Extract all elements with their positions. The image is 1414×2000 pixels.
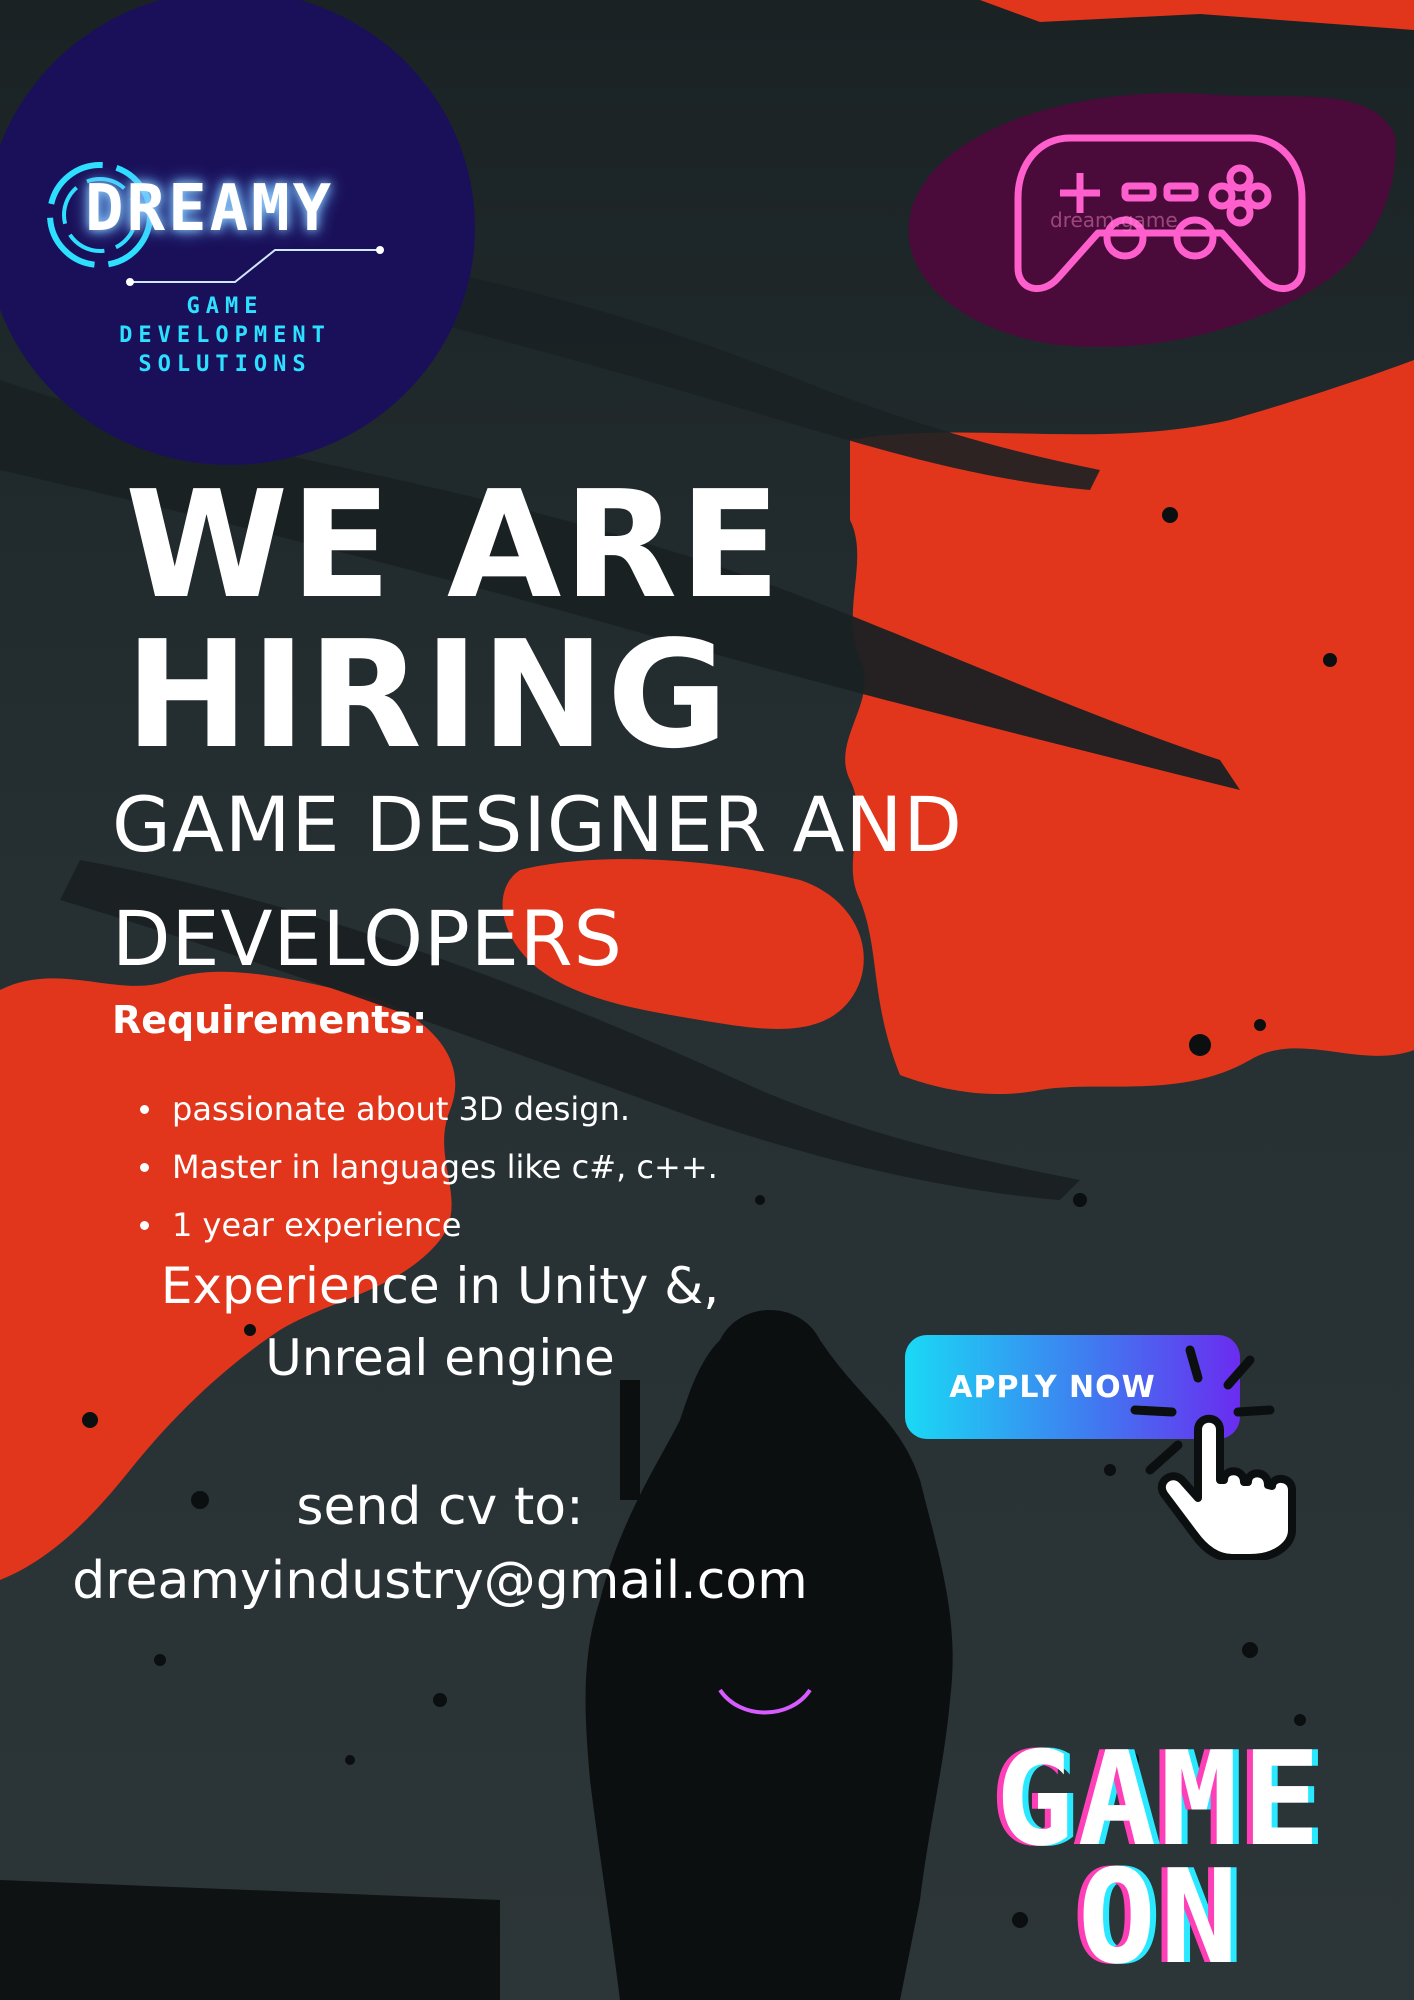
game-on-line-2: ON [1077, 1841, 1243, 1993]
hiring-poster: DREAMY GAME DEVELOPMENT SOLUTIONS dream.… [0, 0, 1414, 2000]
pointer-hand-icon [1130, 1345, 1296, 1560]
engine-line-2: Unreal engine [265, 1329, 615, 1387]
logo-tagline: GAME DEVELOPMENT SOLUTIONS [80, 292, 370, 379]
logo-tagline-line-1: GAME [186, 294, 264, 319]
contact-info: send cv to: dreamyindustry@gmail.com [40, 1470, 840, 1618]
engine-line-1: Experience in Unity &, [160, 1257, 720, 1315]
page-title: WE ARE HIRING [125, 470, 782, 770]
requirements-title: Requirements: [112, 998, 428, 1042]
list-item: 1 year experience [140, 1196, 718, 1254]
game-on-logo: GAME ON [930, 1734, 1390, 1993]
logo-tagline-line-2: DEVELOPMENT [119, 323, 331, 348]
logo-tagline-line-3: SOLUTIONS [138, 352, 312, 377]
gamepad-watermark: dream.game [1050, 208, 1178, 232]
list-item: passionate about 3D design. [140, 1080, 718, 1138]
requirements-list: passionate about 3D design. Master in la… [140, 1080, 718, 1254]
headline-line-2: HIRING [125, 609, 731, 781]
contact-email[interactable]: dreamyindustry@gmail.com [40, 1544, 840, 1618]
job-role: GAME DESIGNER AND DEVELOPERS [112, 768, 1112, 996]
headline-line-1: WE ARE [125, 459, 783, 631]
engine-experience: Experience in Unity &, Unreal engine [140, 1250, 740, 1394]
role-line-2: DEVELOPERS [112, 894, 623, 983]
contact-label: send cv to: [296, 1477, 584, 1537]
role-line-1: GAME DESIGNER AND [112, 780, 963, 869]
circuit-trace-icon [126, 246, 384, 286]
list-item: Master in languages like c#, c++. [140, 1138, 718, 1196]
